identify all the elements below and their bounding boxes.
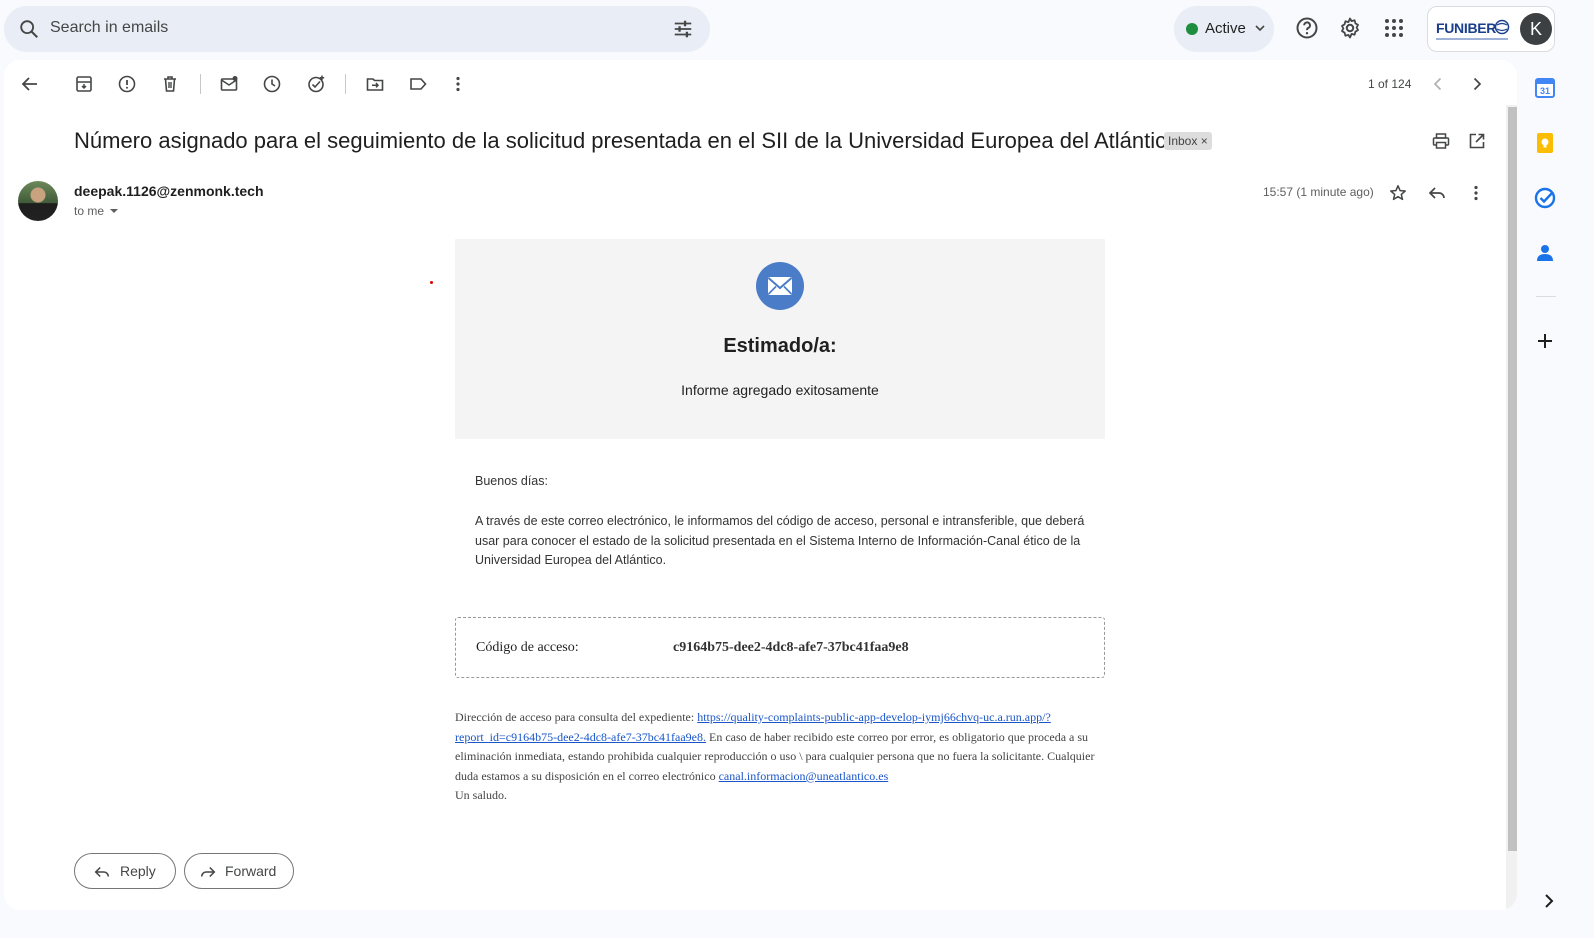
reply-icon: [94, 866, 110, 878]
forward-label: Forward: [225, 863, 277, 879]
status-dot: [1186, 23, 1198, 35]
brand-logo: FUNIBER: [1436, 20, 1497, 36]
apps-grid-icon[interactable]: [1382, 16, 1406, 40]
search-input[interactable]: Search in emails: [50, 19, 168, 37]
globe-logo-icon: [1494, 19, 1510, 35]
email-view: 1 of 124 Número asignado para el seguimi…: [4, 60, 1517, 910]
keep-icon[interactable]: [1533, 131, 1557, 155]
reply-label: Reply: [120, 863, 156, 879]
search-bar[interactable]: Search in emails: [4, 6, 710, 52]
reply-icon[interactable]: [1427, 183, 1447, 203]
hero-subtitle: Informe agregado exitosamente: [681, 382, 879, 398]
toolbar-divider: [345, 74, 346, 94]
tasks-icon[interactable]: [1533, 186, 1557, 210]
remove-label-icon[interactable]: ×: [1201, 134, 1208, 148]
inbox-label-text: Inbox: [1168, 134, 1198, 148]
chevron-down-icon: [1255, 25, 1265, 32]
search-icon[interactable]: [18, 18, 40, 40]
delete-icon[interactable]: [160, 74, 180, 94]
access-code-box: Código de acceso: c9164b75-dee2-4dc8-afe…: [455, 617, 1105, 678]
side-panel-divider: [1536, 296, 1556, 297]
recipient-summary: to me: [74, 204, 105, 218]
contact-email-link[interactable]: canal.informacion@uneatlantico.es: [719, 769, 889, 783]
add-addon-icon[interactable]: [1533, 329, 1557, 353]
status-selector[interactable]: Active: [1174, 6, 1274, 52]
snooze-icon[interactable]: [262, 74, 282, 94]
forward-icon: [200, 866, 216, 878]
newer-chevron-icon[interactable]: [1428, 74, 1448, 94]
back-arrow-icon[interactable]: [20, 74, 40, 94]
recipient-details-icon[interactable]: [108, 206, 120, 216]
signoff: Un saludo.: [455, 788, 507, 803]
forward-button[interactable]: Forward: [184, 853, 294, 889]
message-more-icon[interactable]: [1466, 183, 1486, 203]
settings-icon[interactable]: [1338, 16, 1362, 40]
more-vert-icon[interactable]: [448, 74, 468, 94]
access-code-value: c9164b75-dee2-4dc8-afe7-37bc41faa9e8: [673, 640, 909, 655]
brand-tagline: [1436, 38, 1508, 40]
email-subject: Número asignado para el seguimiento de l…: [74, 128, 1179, 153]
label-icon[interactable]: [408, 74, 428, 94]
star-icon[interactable]: [1388, 183, 1408, 203]
message-counter: 1 of 124: [1368, 77, 1412, 91]
envelope-icon: [756, 262, 804, 310]
calendar-icon[interactable]: 31: [1533, 76, 1557, 100]
account-avatar[interactable]: K: [1520, 13, 1552, 45]
sender-address[interactable]: deepak.1126@zenmonk.tech: [74, 183, 264, 199]
add-to-tasks-icon[interactable]: [306, 74, 326, 94]
sender-avatar[interactable]: [18, 181, 58, 221]
email-paragraph: A través de este correo electrónico, le …: [475, 514, 1085, 567]
email-footer: Dirección de acceso para consulta del ex…: [455, 708, 1110, 806]
tracking-pixel-dot: [430, 281, 433, 284]
move-to-icon[interactable]: [365, 74, 385, 94]
report-spam-icon[interactable]: [117, 74, 137, 94]
access-code-label: Código de acceso:: [476, 640, 579, 655]
expand-side-panel-icon[interactable]: [1537, 889, 1561, 913]
email-hero-banner: Estimado/a: Informe agregado exitosament…: [455, 239, 1105, 439]
print-icon[interactable]: [1431, 131, 1451, 151]
inbox-label-chip[interactable]: Inbox ×: [1164, 132, 1212, 150]
status-label: Active: [1205, 20, 1246, 37]
footer-prefix: Dirección de acceso para consulta del ex…: [455, 710, 698, 724]
older-chevron-icon[interactable]: [1467, 74, 1487, 94]
reply-button[interactable]: Reply: [74, 853, 176, 889]
help-icon[interactable]: [1295, 16, 1319, 40]
svg-text:31: 31: [1540, 86, 1550, 96]
hero-title: Estimado/a:: [723, 335, 837, 357]
open-new-window-icon[interactable]: [1467, 131, 1487, 151]
scrollbar-thumb[interactable]: [1508, 107, 1517, 851]
mark-unread-icon[interactable]: [219, 74, 239, 94]
archive-icon[interactable]: [74, 74, 94, 94]
search-options-icon[interactable]: [672, 18, 694, 40]
email-greeting: Buenos días:: [475, 474, 548, 488]
toolbar-divider: [200, 74, 201, 94]
contacts-icon[interactable]: [1533, 241, 1557, 265]
email-timestamp: 15:57 (1 minute ago): [1263, 185, 1374, 199]
